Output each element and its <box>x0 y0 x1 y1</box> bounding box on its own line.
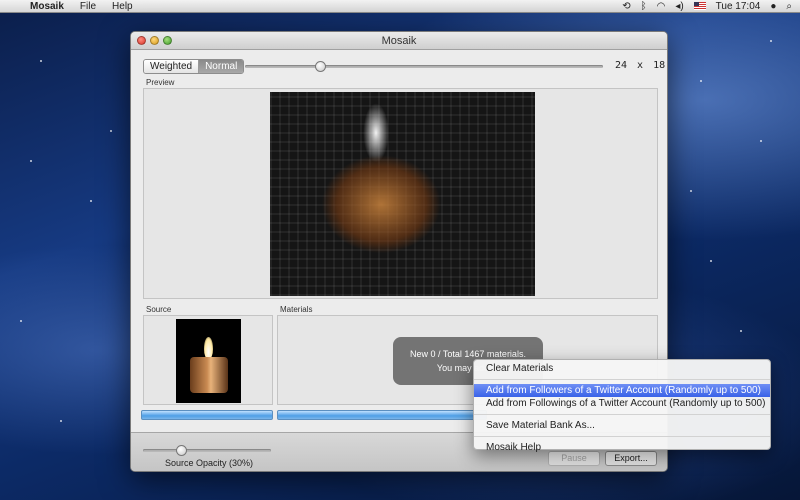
materials-progress-bar <box>277 410 487 420</box>
source-opacity-label: Source Opacity (30%) <box>165 458 254 468</box>
menu-item-mosaik-help[interactable]: Mosaik Help <box>474 441 770 454</box>
close-window-button[interactable] <box>137 36 146 45</box>
source-image <box>176 319 241 403</box>
menu-item-clear-materials[interactable]: Clear Materials <box>474 362 770 375</box>
grid-rows: 18 <box>653 60 666 71</box>
candle-flame <box>204 337 213 359</box>
window-title: Mosaik <box>381 35 417 47</box>
menu-separator <box>474 379 770 380</box>
mode-weighted-button[interactable]: Weighted <box>144 60 200 73</box>
candle-body <box>190 357 228 393</box>
input-source-flag-icon[interactable] <box>693 2 706 10</box>
preview-label: Preview <box>146 78 175 87</box>
clock[interactable]: Tue 17:04 <box>716 1 761 12</box>
spotlight-icon[interactable]: ⌕ <box>786 1 792 12</box>
source-progress-bar <box>141 410 273 420</box>
grid-size-slider-knob[interactable] <box>315 61 326 72</box>
menu-app-name[interactable]: Mosaik <box>22 1 72 12</box>
mode-segmented-control: Weighted Normal <box>143 59 245 74</box>
materials-context-menu: Clear Materials Add from Followers of a … <box>473 359 771 453</box>
minimize-window-button[interactable] <box>150 36 159 45</box>
menu-item-add-followers[interactable]: Add from Followers of a Twitter Account … <box>474 384 770 397</box>
wifi-icon[interactable]: ◠ <box>657 1 666 12</box>
menu-separator <box>474 414 770 415</box>
zoom-window-button[interactable] <box>163 36 172 45</box>
source-label: Source <box>146 305 172 314</box>
menu-file[interactable]: File <box>72 1 104 12</box>
grid-separator: x <box>637 60 644 71</box>
source-opacity-slider-knob[interactable] <box>176 445 187 456</box>
bluetooth-icon[interactable]: ᛒ <box>641 1 647 12</box>
preview-panel <box>143 88 658 299</box>
menu-separator <box>474 436 770 437</box>
mosaic-preview-image <box>270 92 535 296</box>
materials-label: Materials <box>280 305 313 314</box>
menu-help[interactable]: Help <box>104 1 141 12</box>
grid-size-slider[interactable] <box>245 61 603 72</box>
window-titlebar[interactable]: Mosaik <box>131 32 667 50</box>
menu-item-save-material-bank[interactable]: Save Material Bank As... <box>474 419 770 432</box>
source-panel[interactable] <box>143 315 273 405</box>
time-machine-icon[interactable]: ⟲ <box>622 1 630 12</box>
volume-icon[interactable]: ◂) <box>675 1 683 12</box>
grid-size-readout: 24 x 18 <box>615 60 665 71</box>
menu-item-add-followings[interactable]: Add from Followings of a Twitter Account… <box>474 397 770 410</box>
menu-bar: Mosaik File Help ⟲ ᛒ ◠ ◂) Tue 17:04 ● ⌕ <box>0 0 800 13</box>
grid-columns: 24 <box>615 60 628 71</box>
source-opacity-slider[interactable] <box>143 445 271 456</box>
user-icon[interactable]: ● <box>770 1 776 12</box>
mode-normal-button[interactable]: Normal <box>199 60 244 73</box>
